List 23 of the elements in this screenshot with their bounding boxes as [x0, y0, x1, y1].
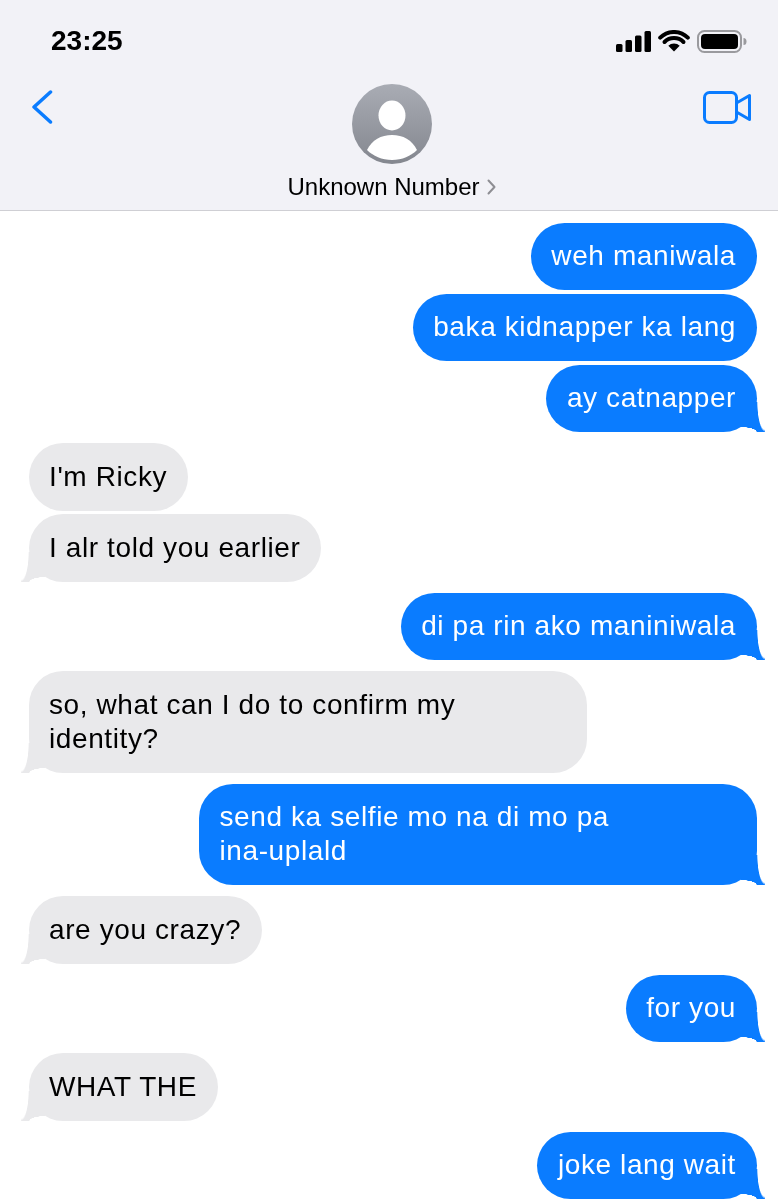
back-button[interactable] — [31, 90, 53, 124]
person-avatar-icon[interactable] — [351, 84, 432, 164]
cellular-signal-icon — [616, 30, 651, 52]
video-camera-icon — [703, 91, 752, 124]
message-bubble: weh maniwala — [530, 222, 757, 290]
message-bubble: I'm Ricky — [28, 443, 189, 511]
message-bubble: joke lang wait — [537, 1131, 765, 1199]
status-time: 23:25 — [51, 25, 123, 57]
message-bubble: for you — [625, 974, 765, 1042]
message-bubble: WHAT THE — [20, 1053, 218, 1121]
contact-name-button[interactable]: Unknown Number — [287, 173, 496, 201]
chevron-right-icon — [486, 179, 496, 195]
wifi-icon — [658, 30, 690, 52]
message-bubble: di pa rin ako maniniwala — [400, 592, 765, 660]
message-bubble: send ka selfie mo na di mo pa ina-uplald — [199, 783, 765, 885]
message-bubble: I alr told you earlier — [20, 514, 322, 582]
message-bubble: so, what can I do to confirm my identity? — [20, 671, 587, 773]
chevron-left-icon — [31, 90, 53, 124]
video-call-button[interactable] — [703, 91, 752, 124]
message-bubble: are you crazy? — [20, 896, 263, 964]
message-bubble: baka kidnapper ka lang — [412, 293, 757, 361]
battery-icon — [697, 29, 747, 53]
message-bubble: ay catnapper — [546, 364, 765, 432]
